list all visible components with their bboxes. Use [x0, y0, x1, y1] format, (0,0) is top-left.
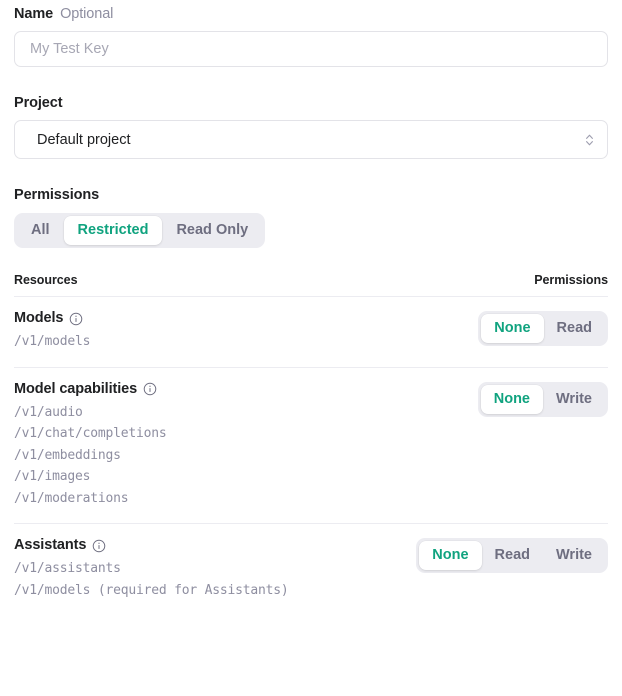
assistants-segmented-control: None Read Write [416, 538, 608, 573]
resource-title-models: Models [14, 310, 64, 326]
resource-title-assistants: Assistants [14, 537, 87, 553]
endpoint-item: /v1/embeddings [14, 447, 121, 463]
models-option-read[interactable]: Read [544, 314, 605, 343]
resource-endpoints-models: /v1/models [14, 331, 90, 353]
permissions-segmented-control: All Restricted Read Only [14, 213, 266, 248]
endpoint-item: /v1/moderations [14, 490, 129, 506]
info-icon[interactable] [143, 382, 157, 396]
permissions-field-group: Permissions All Restricted Read Only [14, 181, 608, 248]
column-header-permissions: Permissions [534, 273, 608, 287]
project-select[interactable]: Default project [14, 120, 608, 159]
permissions-option-all[interactable]: All [17, 216, 64, 245]
assistants-option-write[interactable]: Write [543, 541, 605, 570]
model-capabilities-option-none[interactable]: None [480, 384, 543, 414]
permissions-control-assistants: None Read Write [416, 536, 608, 573]
project-select-value: Default project [37, 131, 131, 148]
endpoint-item: /v1/models [14, 334, 91, 349]
endpoint-item: /v1/assistants [14, 561, 121, 576]
name-input[interactable] [14, 31, 608, 67]
models-segmented-control: None Read [478, 311, 608, 346]
resource-title-row-assistants: Assistants [14, 536, 289, 555]
endpoint-item: /v1/images [14, 469, 91, 484]
project-label-row: Project [14, 89, 608, 112]
permissions-option-restricted[interactable]: Restricted [63, 216, 163, 245]
resource-title-model-capabilities: Model capabilities [14, 380, 138, 397]
endpoint-item: /v1/chat/completions [14, 426, 167, 441]
table-row: Models /v1/models None Read [14, 297, 608, 367]
resource-info-model-capabilities: Model capabilities /v1/audio /v1/chat/co… [14, 380, 167, 510]
name-field-group: Name Optional [14, 0, 608, 67]
name-label: Name [14, 6, 54, 22]
permissions-label: Permissions [14, 187, 100, 203]
info-icon[interactable] [69, 312, 83, 326]
resources-table-header: Resources Permissions [14, 273, 608, 296]
info-icon[interactable] [92, 539, 106, 553]
project-label: Project [14, 95, 63, 111]
resource-info-assistants: Assistants /v1/assistants /v1/models (re… [14, 536, 289, 601]
table-row: Model capabilities /v1/audio /v1/chat/co… [14, 368, 608, 524]
resource-title-row-model-capabilities: Model capabilities [14, 380, 167, 399]
permissions-label-row: Permissions [14, 181, 608, 204]
project-select-wrap: Default project [14, 120, 608, 159]
assistants-option-none[interactable]: None [419, 541, 482, 570]
project-field-group: Project Default project [14, 89, 608, 159]
permissions-control-models: None Read [478, 309, 608, 346]
name-optional-tag: Optional [60, 6, 114, 22]
endpoint-item: /v1/audio [14, 404, 83, 420]
model-capabilities-segmented-control: None Write [477, 381, 608, 417]
resource-endpoints-assistants: /v1/assistants /v1/models (required for … [14, 558, 289, 601]
resource-info-models: Models /v1/models [14, 309, 90, 353]
assistants-option-read[interactable]: Read [482, 541, 543, 570]
endpoint-item: /v1/models (required for Assistants) [14, 582, 289, 598]
name-label-row: Name Optional [14, 0, 608, 23]
resource-endpoints-model-capabilities: /v1/audio /v1/chat/completions /v1/embed… [14, 402, 167, 510]
table-row: Assistants /v1/assistants /v1/models (re… [14, 524, 608, 615]
permissions-control-model-capabilities: None Write [477, 380, 608, 417]
column-header-resources: Resources [14, 273, 78, 287]
api-key-form: Name Optional Project Default project Pe… [0, 0, 622, 696]
resource-title-row-models: Models [14, 309, 90, 328]
permissions-option-read-only[interactable]: Read Only [162, 216, 262, 245]
models-option-none[interactable]: None [481, 314, 544, 343]
model-capabilities-option-write[interactable]: Write [543, 385, 605, 414]
